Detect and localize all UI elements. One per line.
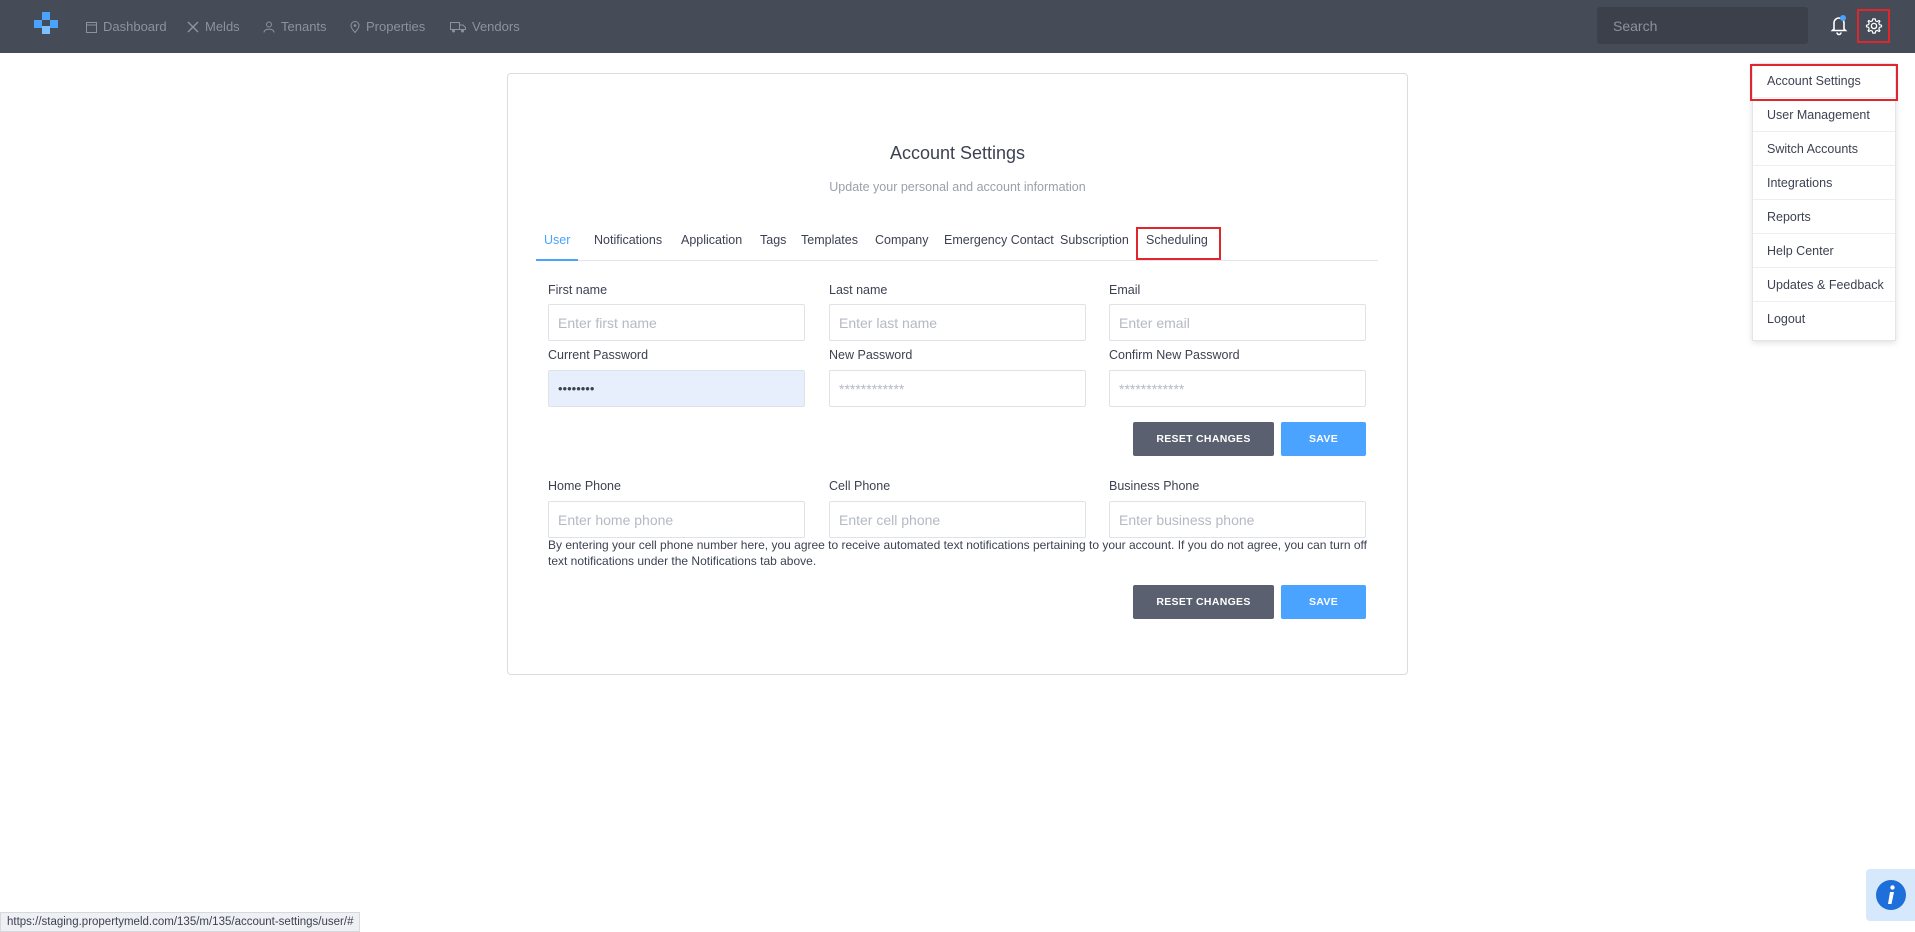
settings-button[interactable] <box>1857 9 1890 43</box>
tab-subscription[interactable]: Subscription <box>1060 231 1129 261</box>
tab-tags[interactable]: Tags <box>760 231 786 261</box>
email-label: Email <box>1109 283 1141 297</box>
gear-icon <box>1865 18 1882 34</box>
menu-item-help-center[interactable]: Help Center <box>1753 234 1895 268</box>
home-phone-label: Home Phone <box>548 479 621 493</box>
calendar-icon <box>86 21 97 33</box>
cell-phone-input[interactable]: Enter cell phone <box>829 501 1086 538</box>
menu-item-reports[interactable]: Reports <box>1753 200 1895 234</box>
last-name-label: Last name <box>829 283 888 297</box>
current-password-input[interactable]: •••••••• <box>548 370 805 407</box>
new-password-input[interactable]: ************ <box>829 370 1086 407</box>
business-phone-input[interactable]: Enter business phone <box>1109 501 1366 538</box>
email-input[interactable]: Enter email <box>1109 304 1366 341</box>
business-phone-label: Business Phone <box>1109 479 1200 493</box>
menu-item-logout[interactable]: Logout <box>1753 302 1895 336</box>
reset-changes-button[interactable]: RESET CHANGES <box>1133 422 1274 456</box>
tools-icon <box>187 20 199 33</box>
person-icon <box>263 21 275 33</box>
account-settings-card: Account Settings Update your personal an… <box>507 73 1408 675</box>
page-subtitle: Update your personal and account informa… <box>829 180 1086 194</box>
current-password-label: Current Password <box>548 348 649 362</box>
tab-user[interactable]: User <box>536 231 579 261</box>
reset-changes-button-bottom[interactable]: RESET CHANGES <box>1133 585 1274 619</box>
settings-dropdown-menu: Account Settings User Management Switch … <box>1752 63 1896 341</box>
nav-tenants-label: Tenants <box>281 19 327 34</box>
nav-vendors[interactable]: Vendors <box>450 0 520 53</box>
info-icon <box>1875 880 1906 910</box>
save-button[interactable]: SAVE <box>1281 422 1366 456</box>
nav-properties[interactable]: Properties <box>350 0 425 53</box>
scheduling-tab-highlight <box>1136 227 1221 260</box>
tab-emergency-contact[interactable]: Emergency Contact <box>944 231 1054 261</box>
tab-company[interactable]: Company <box>875 231 929 261</box>
confirm-password-input[interactable]: ************ <box>1109 370 1366 407</box>
tab-notifications[interactable]: Notifications <box>594 231 662 261</box>
tab-templates[interactable]: Templates <box>801 231 858 261</box>
page-title: Account Settings <box>889 143 1026 163</box>
confirm-password-label: Confirm New Password <box>1109 348 1240 362</box>
cell-phone-label: Cell Phone <box>829 479 891 493</box>
tab-application[interactable]: Application <box>681 231 742 261</box>
pin-icon <box>350 20 360 33</box>
nav-dashboard-label: Dashboard <box>103 19 167 34</box>
search-input[interactable]: Search <box>1597 7 1808 44</box>
top-navbar: Dashboard Melds Tenants Properties Vendo… <box>0 0 1915 53</box>
menu-item-updates-feedback[interactable]: Updates & Feedback <box>1753 268 1895 302</box>
sms-consent-note: By entering your cell phone number here,… <box>548 538 1367 568</box>
nav-melds-label: Melds <box>205 19 240 34</box>
first-name-input[interactable]: Enter first name <box>548 304 805 341</box>
last-name-input[interactable]: Enter last name <box>829 304 1086 341</box>
menu-item-user-management[interactable]: User Management <box>1753 98 1895 132</box>
notification-dot <box>1840 15 1846 21</box>
nav-tenants[interactable]: Tenants <box>263 0 327 53</box>
truck-icon <box>450 21 466 32</box>
nav-dashboard[interactable]: Dashboard <box>86 0 167 53</box>
help-widget-button[interactable] <box>1866 869 1915 921</box>
menu-item-integrations[interactable]: Integrations <box>1753 166 1895 200</box>
account-settings-highlight <box>1750 64 1898 101</box>
status-bar-url: https://staging.propertymeld.com/135/m/1… <box>0 912 361 932</box>
app-logo-icon[interactable] <box>34 12 58 36</box>
nav-vendors-label: Vendors <box>472 19 520 34</box>
first-name-label: First name <box>548 283 608 297</box>
nav-properties-label: Properties <box>366 19 426 34</box>
new-password-label: New Password <box>829 348 913 362</box>
home-phone-input[interactable]: Enter home phone <box>548 501 805 538</box>
nav-melds[interactable]: Melds <box>187 0 240 53</box>
menu-item-switch-accounts[interactable]: Switch Accounts <box>1753 132 1895 166</box>
settings-tabs: User Notifications Application Tags Temp… <box>536 231 1378 261</box>
save-button-bottom[interactable]: SAVE <box>1281 585 1366 619</box>
